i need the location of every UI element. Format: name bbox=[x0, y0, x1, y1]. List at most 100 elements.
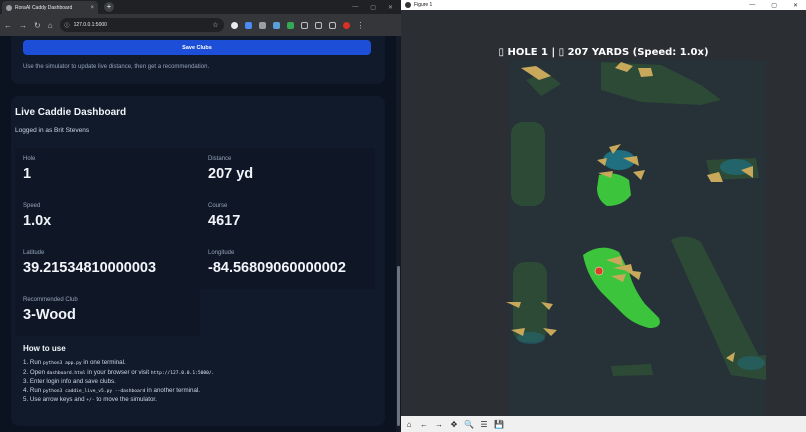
save-figure-icon[interactable]: 💾 bbox=[494, 420, 504, 429]
forward-icon[interactable]: → bbox=[434, 420, 444, 429]
minimize-button[interactable]: — bbox=[352, 4, 358, 11]
matplotlib-figure-window: Figure 1 — ▢ ✕ ▯ HOLE 1 | ▯ 207 YARDS (S… bbox=[401, 0, 806, 432]
step-text: . bbox=[211, 368, 214, 376]
extensions-puzzle-icon[interactable] bbox=[300, 21, 308, 29]
how-to-title: How to use bbox=[23, 344, 66, 353]
extension-icon[interactable] bbox=[286, 21, 294, 29]
stat-label: Speed bbox=[23, 203, 41, 209]
stat-distance: Distance 207 yd bbox=[200, 148, 375, 195]
pan-icon[interactable]: ✥ bbox=[449, 420, 459, 429]
stat-value: 4617 bbox=[208, 213, 241, 229]
list-item: 1. Run python3 app.py in one terminal. bbox=[23, 359, 373, 369]
step-code: +/- bbox=[86, 398, 95, 403]
stat-label: Hole bbox=[23, 156, 36, 162]
tab-title: RoraAI Caddy Dashboard bbox=[15, 4, 73, 11]
reload-icon[interactable]: ↻ bbox=[34, 21, 41, 30]
stat-hole: Hole 1 bbox=[15, 148, 200, 195]
window-controls: — ▢ ✕ bbox=[352, 4, 401, 11]
scrollbar-thumb[interactable] bbox=[397, 266, 400, 426]
step-code: http://127.0.0.1:5000/ bbox=[150, 370, 212, 376]
maximize-button[interactable]: ▢ bbox=[370, 4, 376, 11]
clubs-card: Save Clubs Use the simulator to update l… bbox=[11, 36, 385, 84]
figure-minimize-button[interactable]: — bbox=[749, 2, 755, 9]
zoom-icon[interactable]: 🔍 bbox=[464, 420, 474, 429]
step-text: 1. Run bbox=[23, 359, 43, 366]
figure-window-title: Figure 1 bbox=[414, 2, 433, 8]
tab-close-icon[interactable]: × bbox=[90, 5, 94, 11]
back-icon[interactable]: ← bbox=[419, 420, 429, 429]
site-favicon-icon bbox=[6, 4, 12, 11]
figure-titlebar: Figure 1 — ▢ ✕ bbox=[401, 0, 806, 10]
stat-value: 39.21534810000003 bbox=[23, 260, 157, 276]
step-text: 3. Enter login info and save clubs. bbox=[23, 378, 116, 385]
step-code: python3 app.py bbox=[42, 361, 82, 366]
address-bar[interactable]: ⓘ 127.0.0.1:5000 ☆ bbox=[59, 18, 224, 32]
live-caddie-dashboard: Live Caddie Dashboard Logged in as Brit … bbox=[11, 96, 385, 426]
figure-maximize-button[interactable]: ▢ bbox=[771, 2, 777, 9]
configure-subplots-icon[interactable]: ☰ bbox=[479, 420, 489, 429]
figure-canvas[interactable]: ▯ HOLE 1 | ▯ 207 YARDS (Speed: 1.0x) bbox=[401, 10, 806, 416]
page-content: Save Clubs Use the simulator to update l… bbox=[0, 36, 396, 432]
stat-longitude: Longitude -84.56809060000002 bbox=[200, 242, 375, 289]
bookmark-star-icon[interactable]: ☆ bbox=[212, 21, 218, 29]
logged-in-text: Logged in as Brit Stevens bbox=[15, 127, 90, 134]
forward-arrow-icon[interactable]: → bbox=[19, 21, 27, 30]
stat-label: Course bbox=[208, 203, 228, 209]
stat-label: Longitude bbox=[208, 250, 235, 256]
tab-search-icon[interactable] bbox=[328, 21, 336, 29]
new-tab-button[interactable]: + bbox=[104, 2, 114, 12]
save-clubs-button[interactable]: Save Clubs bbox=[23, 40, 371, 55]
step-code: dashboard.html bbox=[46, 370, 86, 376]
stat-course: Course 4617 bbox=[200, 195, 375, 242]
url-text: 127.0.0.1:5000 bbox=[73, 22, 107, 28]
stat-recommended-club: Recommended Club 3-Wood bbox=[15, 289, 200, 336]
extension-icon[interactable] bbox=[230, 21, 238, 29]
steps-list: 1. Run python3 app.py in one terminal. 2… bbox=[23, 359, 373, 406]
stat-label: Recommended Club bbox=[23, 297, 78, 303]
browser-menu-icon[interactable]: ⋮ bbox=[357, 21, 365, 30]
stats-grid: Hole 1 Distance 207 yd Speed 1.0x Course… bbox=[15, 148, 381, 336]
stat-value: 3-Wood bbox=[23, 307, 76, 323]
profile-avatar[interactable] bbox=[342, 21, 350, 29]
list-item: 5. Use arrow keys and +/- to move the si… bbox=[23, 396, 373, 406]
extension-icon[interactable] bbox=[258, 21, 266, 29]
home-icon[interactable]: ⌂ bbox=[48, 21, 53, 30]
stat-value: 1 bbox=[23, 166, 32, 182]
back-arrow-icon[interactable]: ← bbox=[4, 21, 12, 30]
simulator-hint: Use the simulator to update live distanc… bbox=[23, 64, 210, 70]
tab-strip: RoraAI Caddy Dashboard × + — ▢ ✕ bbox=[0, 0, 401, 14]
water-hazard bbox=[737, 356, 765, 370]
dashboard-title: Live Caddie Dashboard bbox=[15, 107, 127, 118]
site-info-icon[interactable]: ⓘ bbox=[65, 22, 70, 29]
stat-value: -84.56809060000002 bbox=[208, 260, 346, 276]
stat-value: 1.0x bbox=[23, 213, 52, 229]
step-text: 2. Open bbox=[23, 368, 47, 376]
stat-speed: Speed 1.0x bbox=[15, 195, 200, 242]
browser-tab[interactable]: RoraAI Caddy Dashboard × bbox=[2, 1, 98, 14]
figure-window-controls: — ▢ ✕ bbox=[749, 2, 802, 9]
stat-value: 207 yd bbox=[208, 166, 254, 182]
step-text: to move the simulator. bbox=[94, 396, 157, 403]
step-code: python3 caddie_live_v5.py --dashboard bbox=[42, 388, 146, 394]
stat-latitude: Latitude 39.21534810000003 bbox=[15, 242, 200, 289]
list-item: 4. Run python3 caddie_live_v5.py --dashb… bbox=[23, 387, 373, 397]
step-text: in your browser or visit bbox=[85, 368, 151, 376]
ball-position-marker bbox=[594, 266, 604, 276]
browser-toolbar: ← → ↻ ⌂ ⓘ 127.0.0.1:5000 ☆ ⋮ bbox=[0, 14, 401, 36]
browser-window: RoraAI Caddy Dashboard × + — ▢ ✕ ← → ↻ ⌂… bbox=[0, 0, 401, 432]
list-item: 3. Enter login info and save clubs. bbox=[23, 378, 373, 387]
step-text: in another terminal. bbox=[145, 386, 200, 394]
stat-label: Latitude bbox=[23, 250, 45, 256]
side-panel-icon[interactable] bbox=[314, 21, 322, 29]
hole-overlay-text: ▯ HOLE 1 | ▯ 207 YARDS (Speed: 1.0x) bbox=[498, 47, 709, 58]
step-text: 4. Run bbox=[23, 386, 43, 394]
home-icon[interactable]: ⌂ bbox=[404, 420, 414, 429]
close-window-button[interactable]: ✕ bbox=[388, 4, 393, 11]
figure-toolbar: ⌂ ← → ✥ 🔍 ☰ 💾 bbox=[401, 416, 806, 432]
figure-close-button[interactable]: ✕ bbox=[793, 2, 798, 9]
step-text: in one terminal. bbox=[81, 359, 126, 366]
extension-icon[interactable] bbox=[244, 21, 252, 29]
extension-icon[interactable] bbox=[272, 21, 280, 29]
step-text: 5. Use arrow keys and bbox=[23, 396, 87, 403]
golf-hole-map bbox=[401, 10, 806, 416]
